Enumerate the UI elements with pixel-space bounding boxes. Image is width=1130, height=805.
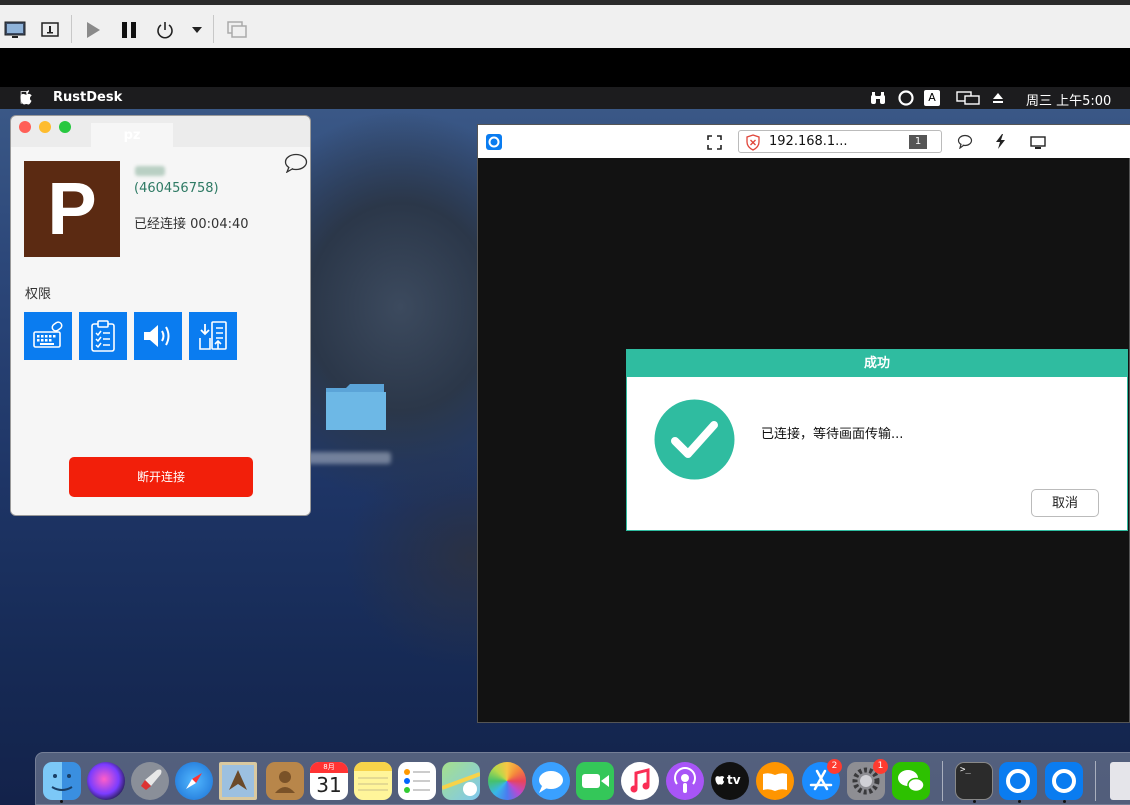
binoculars-icon[interactable] — [870, 91, 886, 109]
toolbar-divider — [213, 15, 214, 43]
permission-file-transfer-button[interactable] — [189, 312, 237, 360]
photos-icon[interactable] — [488, 762, 526, 800]
cancel-button[interactable]: 取消 — [1031, 489, 1099, 517]
avatar: P — [24, 161, 120, 257]
rustdesk-status-icon[interactable] — [898, 90, 914, 110]
music-icon[interactable] — [621, 762, 659, 800]
permissions-label: 权限 — [25, 287, 52, 302]
success-check-icon — [654, 399, 735, 484]
books-icon[interactable] — [756, 762, 794, 800]
disconnect-button[interactable]: 断开连接 — [69, 457, 253, 497]
calendar-icon[interactable]: 8月 31 — [310, 762, 348, 800]
downloads-stack-icon[interactable] — [1110, 762, 1130, 800]
wechat-icon[interactable] — [892, 762, 930, 800]
vm-frame-strip — [0, 48, 1130, 87]
system-preferences-icon[interactable]: 1 — [847, 759, 888, 800]
folder-icon[interactable] — [326, 382, 386, 430]
close-window-button[interactable] — [19, 121, 31, 133]
chat-icon[interactable] — [284, 153, 308, 177]
notes-icon[interactable] — [354, 762, 392, 800]
rustdesk-logo-icon — [486, 134, 502, 150]
vm-toolbar — [0, 0, 1130, 48]
finder-icon[interactable] — [43, 762, 81, 800]
clipboard-icon — [91, 320, 115, 352]
terminal-prompt-icon: >_ — [960, 765, 971, 775]
input-source-icon[interactable]: A — [924, 90, 940, 106]
dock-divider — [1095, 761, 1096, 801]
shield-x-icon — [746, 134, 760, 151]
apple-tv-icon[interactable]: tv — [711, 762, 749, 800]
terminal-icon[interactable]: >_ — [955, 762, 993, 800]
chevron-down-icon[interactable] — [184, 17, 210, 43]
app-store-icon[interactable]: 2 — [802, 759, 842, 800]
menubar-clock[interactable]: 周三 上午5:00 — [1026, 90, 1111, 109]
reminders-icon[interactable] — [398, 762, 436, 800]
app-store-badge: 2 — [827, 759, 842, 774]
safari-icon[interactable] — [175, 762, 213, 800]
menubar:  RustDesk A 周三 上午5:00 — [0, 87, 1130, 109]
permission-audio-button[interactable] — [134, 312, 182, 360]
power-icon[interactable] — [152, 17, 178, 43]
siri-icon[interactable] — [87, 762, 125, 800]
dialog-message: 已连接，等待画面传输... — [761, 427, 904, 442]
eject-icon[interactable] — [992, 92, 1004, 108]
dock-running-indicator — [973, 800, 976, 803]
app-name[interactable]: RustDesk — [53, 90, 122, 105]
launchpad-icon[interactable] — [131, 762, 169, 800]
dock-running-indicator — [60, 800, 63, 803]
connection-manager-window: pz P (460456758) 已经连接 00:04:40 权限 断开连接 — [10, 115, 311, 516]
zoom-window-button[interactable] — [59, 121, 71, 133]
calendar-month: 8月 — [310, 762, 348, 773]
permission-clipboard-button[interactable] — [79, 312, 127, 360]
podcasts-icon[interactable] — [666, 762, 704, 800]
folder-label — [305, 452, 391, 464]
play-icon[interactable] — [80, 17, 106, 43]
toolbar-divider — [71, 15, 72, 43]
dock-divider — [942, 761, 943, 801]
dock: 8月 31 tv 2 1 >_ — [35, 752, 1130, 805]
fullscreen-icon[interactable] — [707, 135, 722, 154]
connection-status: 已经连接 00:04:40 — [134, 217, 249, 232]
address-box[interactable]: 192.168.1... 1 — [738, 130, 942, 153]
keyboard-icon — [33, 321, 63, 348]
snapshot-icon[interactable] — [224, 17, 250, 43]
calendar-day: 31 — [316, 773, 342, 797]
remote-toolbar: 192.168.1... 1 — [478, 125, 1130, 158]
display-icon[interactable] — [956, 91, 980, 110]
lightning-icon[interactable] — [995, 134, 1006, 153]
remote-address: 192.168.1... — [769, 134, 848, 149]
pause-icon[interactable] — [116, 17, 142, 43]
peer-id: (460456758) — [134, 181, 219, 196]
display-settings-icon[interactable] — [1030, 135, 1046, 154]
display-number-badge[interactable]: 1 — [909, 135, 927, 149]
success-dialog: 成功 已连接，等待画面传输... 取消 — [626, 349, 1128, 531]
maps-icon[interactable] — [442, 762, 480, 800]
facetime-icon[interactable] — [576, 762, 614, 800]
dialog-title: 成功 — [627, 350, 1127, 377]
apple-tv-label: tv — [727, 773, 741, 787]
file-transfer-icon — [199, 321, 227, 350]
dock-running-indicator — [1063, 800, 1066, 803]
connection-tab[interactable]: pz — [91, 123, 173, 147]
rustdesk-dock-icon-2[interactable] — [1045, 762, 1083, 800]
dock-running-indicator — [1018, 800, 1021, 803]
info-icon[interactable] — [37, 17, 63, 43]
monitor-icon[interactable] — [2, 17, 28, 43]
contacts-icon[interactable] — [266, 762, 304, 800]
speaker-icon — [144, 325, 170, 347]
system-preferences-badge: 1 — [873, 759, 888, 774]
messages-icon[interactable] — [532, 762, 570, 800]
permission-keyboard-button[interactable] — [24, 312, 72, 360]
mail-icon[interactable] — [219, 762, 257, 800]
minimize-window-button[interactable] — [39, 121, 51, 133]
peer-name-redacted — [135, 166, 165, 176]
connection-body: P (460456758) 已经连接 00:04:40 权限 断开连接 — [11, 147, 310, 515]
rustdesk-dock-icon[interactable] — [999, 762, 1037, 800]
chat-icon[interactable] — [957, 134, 973, 153]
